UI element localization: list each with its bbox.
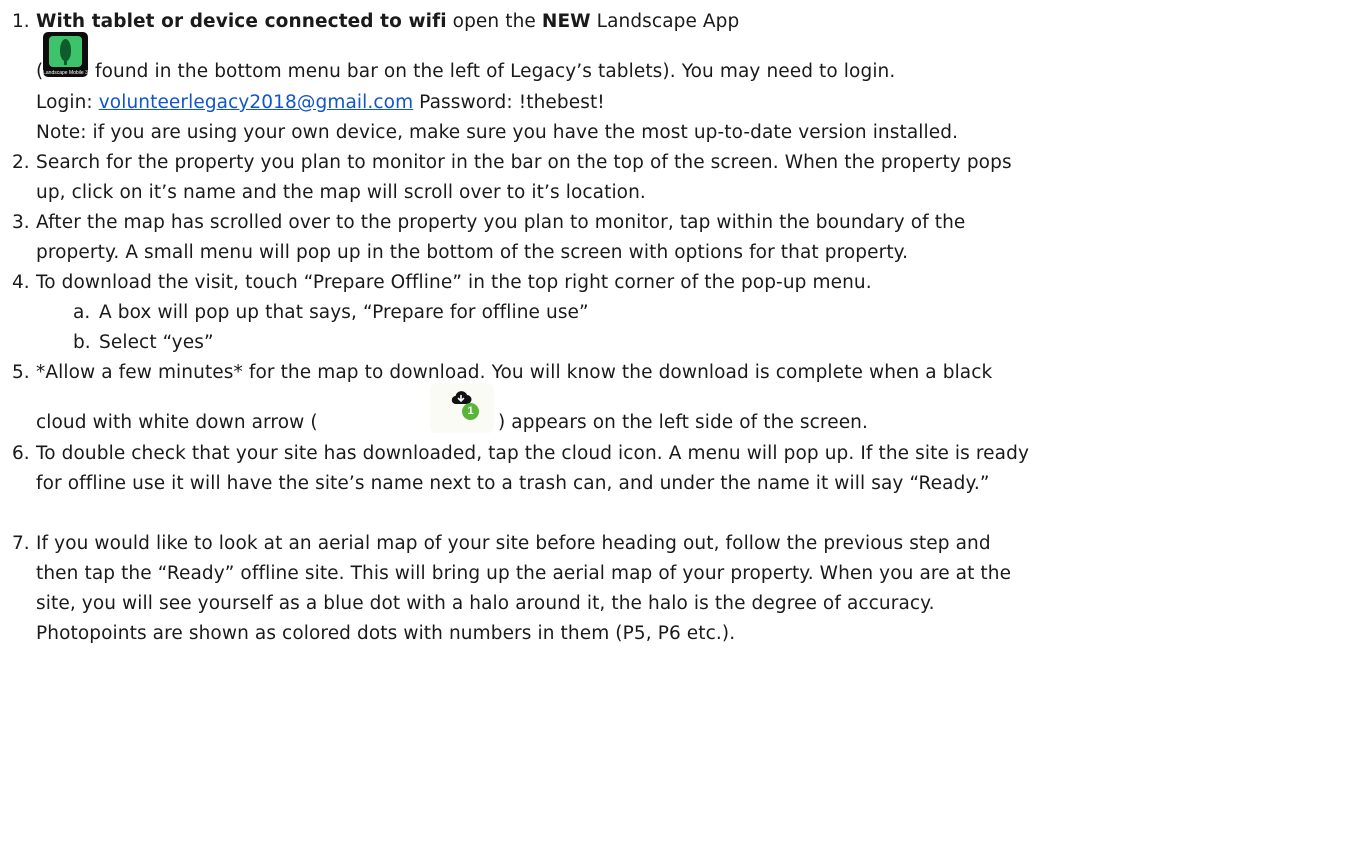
step-6-line-2: for offline use it will have the site’s … xyxy=(36,473,990,494)
step-3-line-2: property. A small menu will pop up in th… xyxy=(36,242,909,263)
bold-new: NEW xyxy=(541,11,591,32)
step-1-note: Note: if you are using your own device, … xyxy=(36,122,959,143)
step-7-line-2: then tap the “Ready” offline site. This … xyxy=(36,563,1012,584)
step-7-line-4: Photopoints are shown as colored dots wi… xyxy=(36,623,736,644)
step-number: 2. xyxy=(12,152,30,173)
step-5-line-1: *Allow a few minutes* for the map to dow… xyxy=(36,362,993,383)
step-2-line-1: Search for the property you plan to moni… xyxy=(36,152,1012,173)
step-6-line-1: To double check that your site has downl… xyxy=(36,443,1029,464)
sub-step-letter: a. xyxy=(73,302,91,323)
step-number: 5. xyxy=(12,362,30,383)
step-7-line-3: site, you will see yourself as a blue do… xyxy=(36,593,935,614)
download-cloud-icon: 1 xyxy=(430,383,494,433)
sub-step-a-text: A box will pop up that says, “Prepare fo… xyxy=(99,302,589,323)
download-count-badge: 1 xyxy=(462,403,479,420)
bold-text: With tablet or device connected to wifi xyxy=(36,11,447,32)
sub-step-b-text: Select “yes” xyxy=(99,332,214,353)
step-2-line-2: up, click on it’s name and the map will … xyxy=(36,182,646,203)
landscape-app-icon: Landscape Mobile 3 xyxy=(43,32,88,77)
step-5-line-2-pre: cloud with white down arrow ( xyxy=(36,412,318,433)
login-email-link[interactable]: volunteerlegacy2018@gmail.com xyxy=(99,92,413,113)
login-line: Login: volunteerlegacy2018@gmail.com Pas… xyxy=(36,92,605,113)
step-number: 4. xyxy=(12,272,30,293)
sub-step-letter: b. xyxy=(73,332,91,353)
step-5-line-2-post: ) appears on the left side of the screen… xyxy=(498,412,868,433)
step-7-line-1: If you would like to look at an aerial m… xyxy=(36,533,991,554)
step-number: 3. xyxy=(12,212,30,233)
step-3-line-1: After the map has scrolled over to the p… xyxy=(36,212,966,233)
step-number: 6. xyxy=(12,443,30,464)
step-1-line-1: With tablet or device connected to wifi … xyxy=(36,11,740,32)
step-number: 7. xyxy=(12,533,30,554)
step-number: 1. xyxy=(12,11,30,32)
step-1-line-2: found in the bottom menu bar on the left… xyxy=(95,61,896,82)
step-4-line-1: To download the visit, touch “Prepare Of… xyxy=(36,272,872,293)
